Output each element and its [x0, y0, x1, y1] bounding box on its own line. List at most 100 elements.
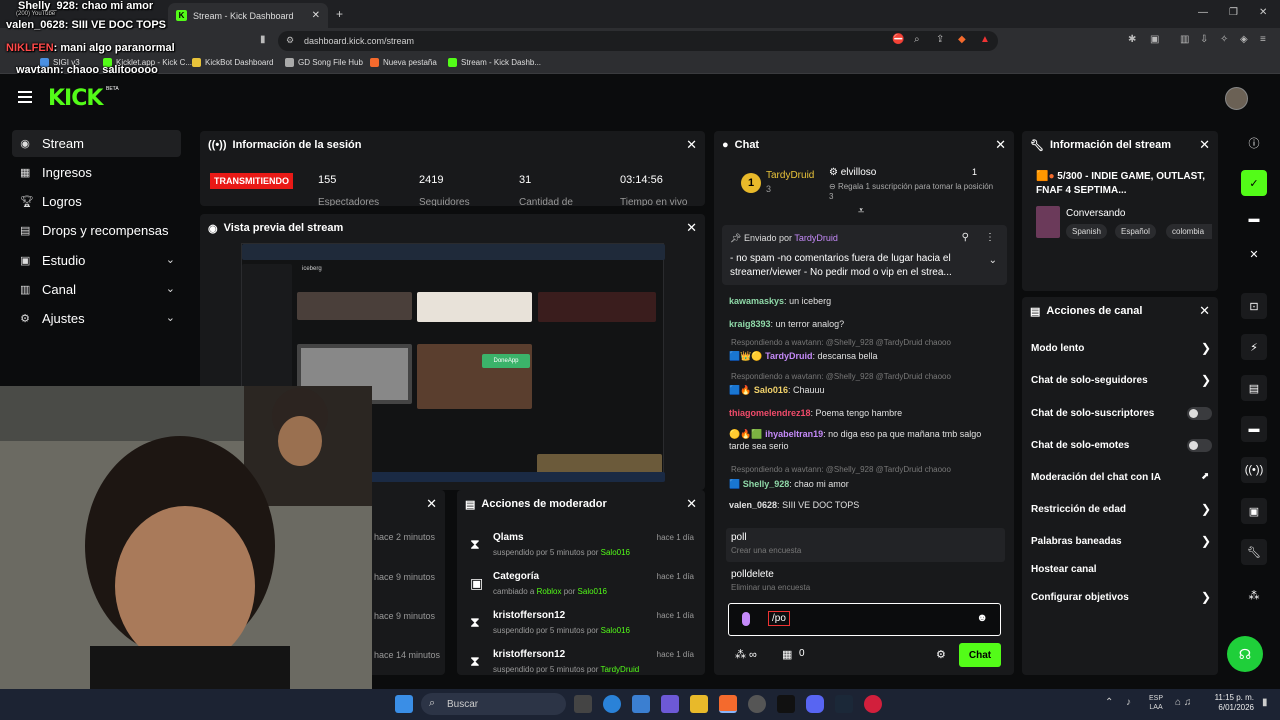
sidebar-item-drops[interactable]: ▤ Drops y recompensas	[12, 217, 181, 244]
leader-name[interactable]: TardyDruid	[766, 170, 814, 181]
brave-icon[interactable]	[719, 695, 737, 713]
rewards-icon[interactable]: ▲	[980, 34, 990, 45]
sidebar-toggle-icon[interactable]: ▥	[1180, 34, 1189, 45]
action-modo-lento[interactable]: Modo lento	[1031, 343, 1084, 354]
close-icon[interactable]: ✕	[1241, 241, 1267, 267]
document-icon[interactable]: ▤	[1241, 375, 1267, 401]
hamburger-menu-icon[interactable]	[18, 91, 32, 106]
maximize-icon[interactable]: ❐	[1229, 7, 1238, 18]
toggle-solo-suscriptores[interactable]	[1187, 407, 1212, 420]
sidebar-item-ingresos[interactable]: ▦ Ingresos	[12, 159, 181, 186]
menu-icon[interactable]: ≡	[1260, 34, 1266, 45]
command-suggestion[interactable]: polldelete Eliminar una encuesta	[726, 565, 1005, 595]
nodes-icon[interactable]: ⁂	[1241, 582, 1267, 608]
close-icon[interactable]: ✕	[1199, 303, 1210, 319]
close-icon[interactable]: ✕	[426, 496, 437, 512]
extensions-icon[interactable]: ✱	[1128, 34, 1136, 45]
bookmark-item[interactable]: Stream - Kick Dashb...	[448, 58, 541, 67]
tiktok-icon[interactable]	[777, 695, 795, 713]
close-icon[interactable]: ✕	[995, 137, 1006, 153]
bookmark-item[interactable]: Nueva pestaña	[370, 58, 437, 67]
command-suggestion[interactable]: poll Crear una encuesta	[726, 528, 1005, 562]
url-field[interactable]: dashboard.kick.com/stream	[278, 31, 998, 51]
ai-icon[interactable]: ✧	[1220, 34, 1228, 45]
shield-icon[interactable]: ◈	[1240, 34, 1248, 45]
microphone-tray-icon[interactable]: ♪	[1126, 697, 1131, 708]
chevron-right-icon[interactable]: ❯	[1201, 590, 1211, 604]
action-restriccion-edad[interactable]: Restricción de edad	[1031, 504, 1126, 515]
lightning-icon[interactable]: ⚡︎	[1241, 334, 1267, 360]
chat-settings-icon[interactable]: ⚙	[936, 648, 946, 661]
category-name[interactable]: Conversando	[1066, 208, 1125, 219]
stream-title[interactable]: 🟧● 5/300 - INDIE GAME, OUTLAST, FNAF 4 S…	[1036, 170, 1208, 198]
sidebar-item-stream[interactable]: ◉ Stream	[12, 130, 181, 157]
chevron-right-icon[interactable]: ❯	[1201, 534, 1211, 548]
chat-bubble-icon[interactable]: ▬	[1241, 416, 1267, 442]
clock[interactable]: 11:15 p. m. 6/01/2026	[1212, 693, 1254, 713]
action-solo-seguidores[interactable]: Chat de solo-seguidores	[1031, 375, 1148, 386]
site-info-icon[interactable]: ⚙	[286, 35, 294, 46]
tray-chevron-icon[interactable]: ⌃	[1105, 697, 1113, 708]
network-icon[interactable]: ⌂ ♫	[1175, 697, 1191, 708]
notifications-icon[interactable]: ▮	[1262, 697, 1268, 708]
broadcast-icon[interactable]: ((•))	[1241, 457, 1267, 483]
close-icon[interactable]: ✕	[686, 220, 697, 236]
sidebar-item-ajustes[interactable]: ⚙ Ajustes ⌄	[12, 305, 181, 332]
new-tab-icon[interactable]: +	[336, 7, 343, 21]
camera-icon[interactable]: ⊡	[1241, 293, 1267, 319]
tag[interactable]: colombia	[1166, 224, 1212, 239]
wrench-icon[interactable]: 🔧︎	[1241, 539, 1267, 565]
pin-icon[interactable]: ⚲	[962, 232, 969, 243]
language-indicator[interactable]: ESP LAA	[1149, 694, 1163, 712]
chevron-right-icon[interactable]: ❯	[1201, 341, 1211, 355]
edge-icon[interactable]	[603, 695, 621, 713]
taskbar-app-icon[interactable]	[574, 695, 592, 713]
tag[interactable]: Español	[1115, 224, 1156, 239]
store-icon[interactable]: ▦	[782, 648, 792, 661]
brave-shield-icon[interactable]: ◆	[958, 34, 966, 45]
chevron-down-icon[interactable]: ⌄	[989, 255, 997, 266]
discord-icon[interactable]	[806, 695, 824, 713]
close-tab-icon[interactable]: ✕	[312, 10, 320, 21]
external-link-icon[interactable]: ⬈	[1201, 471, 1209, 482]
bookmark-item[interactable]: GD Song File Hub	[285, 58, 363, 67]
support-headset-icon[interactable]: ☊	[1227, 636, 1263, 672]
action-hostear-canal[interactable]: Hostear canal	[1031, 564, 1097, 575]
windows-start-icon[interactable]	[395, 695, 413, 713]
browser-tab-active[interactable]: K Stream - Kick Dashboard ✕	[168, 3, 328, 28]
chat-input[interactable]: /po ☻	[728, 603, 1001, 636]
tag[interactable]: Spanish	[1066, 224, 1107, 239]
action-moderacion-ia[interactable]: Moderación del chat con IA	[1031, 472, 1161, 483]
sidebar-item-estudio[interactable]: ▣ Estudio ⌄	[12, 247, 181, 274]
kick-logo[interactable]: KICK	[48, 86, 103, 111]
zoom-icon[interactable]: ⌕	[914, 34, 920, 45]
gifter-name[interactable]: ⚙ elvilloso	[829, 167, 876, 178]
close-icon[interactable]: ✕	[1199, 137, 1210, 153]
emoji-icon[interactable]: ☻	[976, 612, 988, 624]
send-chat-button[interactable]: Chat	[959, 643, 1001, 667]
action-configurar-objetivos[interactable]: Configurar objetivos	[1031, 592, 1129, 603]
close-window-icon[interactable]: ✕	[1259, 7, 1267, 18]
minimize-icon[interactable]: —	[1198, 7, 1208, 18]
steam-icon[interactable]	[835, 695, 853, 713]
taskbar-search[interactable]: Buscar	[421, 693, 566, 715]
layout-icon[interactable]: ▬	[1241, 206, 1267, 232]
file-explorer-icon[interactable]	[690, 695, 708, 713]
downloads-icon[interactable]: ⇩	[1200, 34, 1208, 45]
share-icon[interactable]: ⇪	[936, 34, 944, 45]
info-icon[interactable]: ⓘ	[1241, 130, 1267, 156]
bookmark-item[interactable]: KickBot Dashboard	[192, 58, 273, 67]
obs-icon[interactable]	[748, 695, 766, 713]
sidebar-item-canal[interactable]: ▥ Canal ⌄	[12, 276, 181, 303]
copilot-icon[interactable]	[661, 695, 679, 713]
close-icon[interactable]: ✕	[686, 137, 697, 153]
microphone-icon[interactable]	[742, 612, 750, 626]
screen-icon[interactable]: ▣	[1241, 498, 1267, 524]
chevron-right-icon[interactable]: ❯	[1201, 373, 1211, 387]
wallet-icon[interactable]: ▣	[1150, 34, 1159, 45]
chevron-right-icon[interactable]: ❯	[1201, 502, 1211, 516]
store-app-icon[interactable]	[632, 695, 650, 713]
more-icon[interactable]: ⋮	[985, 232, 995, 243]
checkmark-icon[interactable]: ✓	[1241, 170, 1267, 196]
avatar[interactable]	[1225, 87, 1248, 110]
